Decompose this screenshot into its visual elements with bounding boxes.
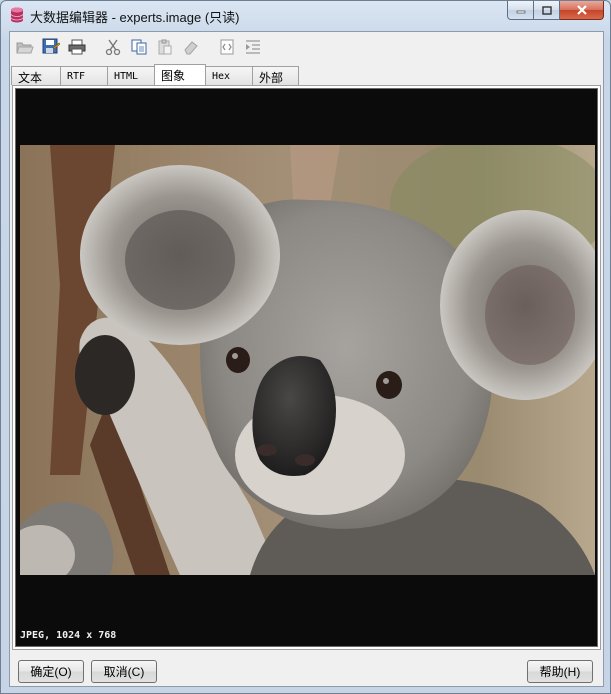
database-icon <box>10 7 24 23</box>
print-icon <box>68 39 86 55</box>
cut-button[interactable] <box>102 36 124 58</box>
caption-buttons <box>507 1 604 21</box>
edit-code-button[interactable] <box>216 36 238 58</box>
tab-image[interactable]: 图象 <box>154 64 206 85</box>
tab-strip: 文本 RTF HTML 图象 Hex 外部 <box>11 64 299 85</box>
title-bar[interactable]: 大数据编辑器 - experts.image (只读) <box>1 1 610 29</box>
toolbar <box>10 32 603 62</box>
save-icon <box>42 38 60 54</box>
image-tab-panel: JPEG, 1024 x 768 <box>12 85 601 650</box>
indent-icon <box>246 40 260 54</box>
cancel-button[interactable]: 取消(C) <box>91 660 157 683</box>
maximize-button[interactable] <box>534 1 560 20</box>
close-button[interactable] <box>560 1 604 20</box>
open-button[interactable] <box>14 36 36 58</box>
tab-html[interactable]: HTML <box>107 66 155 85</box>
minimize-icon <box>516 10 525 14</box>
maximize-icon <box>541 5 552 15</box>
ok-button[interactable]: 确定(O) <box>18 660 84 683</box>
koala-photo <box>20 145 595 575</box>
image-info: JPEG, 1024 x 768 <box>20 630 117 641</box>
help-button[interactable]: 帮助(H) <box>527 660 593 683</box>
save-button[interactable] <box>40 36 62 58</box>
indent-button[interactable] <box>242 36 264 58</box>
edit-code-icon <box>220 39 234 55</box>
paste-icon <box>158 39 172 55</box>
open-icon <box>16 42 34 54</box>
window-title: 大数据编辑器 - experts.image (只读) <box>30 10 240 25</box>
paste-button[interactable] <box>154 36 176 58</box>
copy-icon <box>131 39 147 55</box>
copy-button[interactable] <box>128 36 150 58</box>
dialog-client-area: 文本 RTF HTML 图象 Hex 外部 JPEG, 1024 x 768 确… <box>9 31 604 687</box>
close-icon <box>576 5 587 15</box>
image-viewer[interactable]: JPEG, 1024 x 768 <box>15 88 598 647</box>
tab-external[interactable]: 外部 <box>252 66 299 85</box>
tab-hex[interactable]: Hex <box>205 66 253 85</box>
tab-text[interactable]: 文本 <box>11 66 61 85</box>
erase-icon <box>184 41 198 55</box>
print-button[interactable] <box>66 36 88 58</box>
erase-button[interactable] <box>180 36 202 58</box>
minimize-button[interactable] <box>507 1 534 20</box>
tab-rtf[interactable]: RTF <box>60 66 108 85</box>
editor-window: 大数据编辑器 - experts.image (只读) 文本 RTF HTML … <box>0 0 611 694</box>
cut-icon <box>105 39 121 55</box>
